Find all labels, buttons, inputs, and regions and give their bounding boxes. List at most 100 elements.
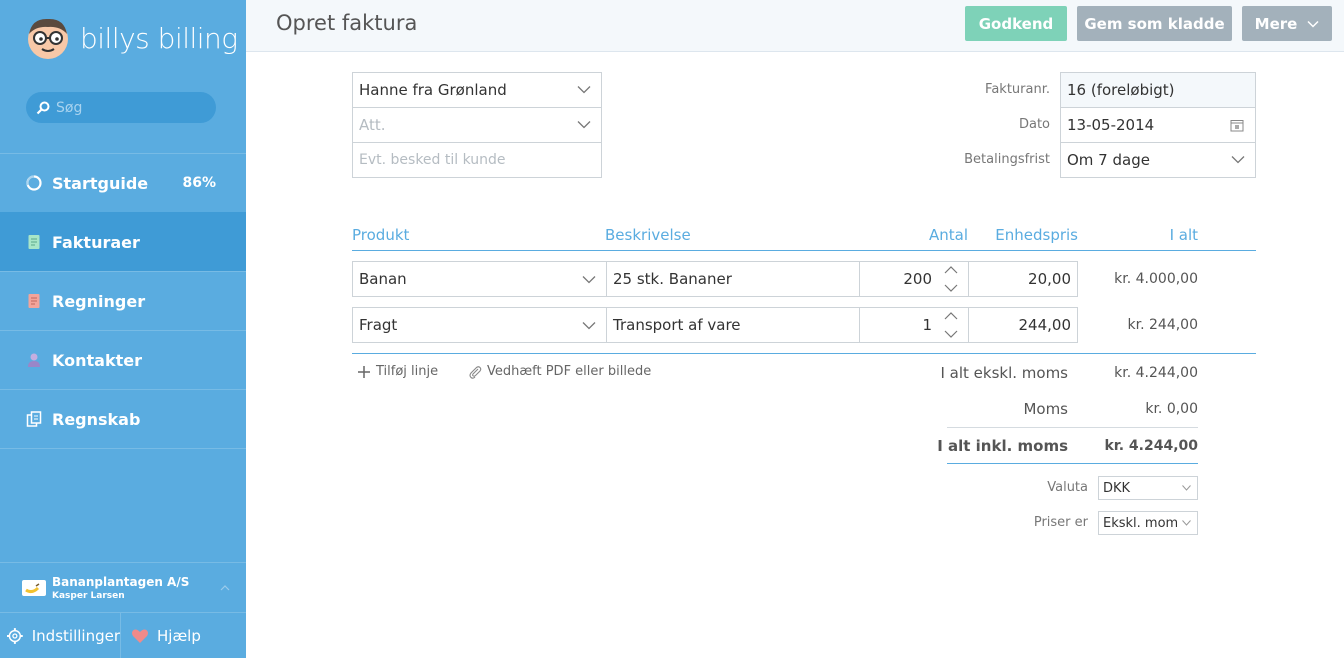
- currency-label: Valuta: [1047, 480, 1088, 495]
- nav-item-regninger[interactable]: Regninger: [0, 271, 246, 330]
- company-switcher[interactable]: Bananplantagen A/S Kasper Larsen: [0, 562, 246, 612]
- brand-logo[interactable]: billys billing: [26, 16, 238, 60]
- nav-label: Kontakter: [52, 350, 142, 370]
- column-header-description: Beskrivelse: [605, 226, 691, 244]
- lines-divider: [352, 353, 1256, 354]
- att-placeholder: Att.: [359, 116, 386, 134]
- product-value: Banan: [359, 270, 407, 288]
- column-header-product: Produkt: [352, 226, 410, 244]
- company-user: Kasper Larsen: [52, 590, 125, 601]
- invoice-no-label: Fakturanr.: [985, 82, 1050, 97]
- due-label: Betalingsfrist: [964, 152, 1050, 167]
- date-label: Dato: [1018, 117, 1050, 132]
- chevron-down-icon: [1231, 156, 1245, 164]
- invoice-icon: [28, 235, 40, 249]
- save-draft-button[interactable]: Gem som kladde: [1077, 6, 1232, 41]
- invoice-no-value: 16 (foreløbigt): [1067, 81, 1175, 99]
- date-value: 13-05-2014: [1067, 116, 1155, 134]
- chevron-down-icon: [577, 86, 591, 94]
- product-value: Fragt: [359, 316, 398, 334]
- customer-message-field[interactable]: Evt. besked til kunde: [352, 142, 602, 178]
- gear-icon: [6, 628, 23, 644]
- nav-label: Regnskab: [52, 409, 141, 429]
- stepper-arrows-icon[interactable]: [944, 264, 958, 294]
- nav-item-fakturaer[interactable]: Fakturaer: [0, 212, 246, 271]
- chevron-down-icon: [577, 121, 591, 129]
- date-field[interactable]: 13-05-2014: [1060, 107, 1256, 143]
- description-value: 25 stk. Bananer: [613, 270, 732, 288]
- ledger-icon: [26, 411, 42, 427]
- currency-select[interactable]: DKK: [1098, 476, 1198, 500]
- prices-value: Ekskl. moms: [1103, 515, 1177, 531]
- banana-logo-icon: [25, 582, 40, 593]
- line-total: kr. 244,00: [1127, 317, 1198, 333]
- invoice-no-field: 16 (foreløbigt): [1060, 72, 1256, 108]
- nav-item-regnskab[interactable]: Regnskab: [0, 389, 246, 448]
- due-select[interactable]: Om 7 dage: [1060, 142, 1256, 178]
- product-select[interactable]: Banan: [352, 261, 607, 297]
- settings-button[interactable]: Indstillinger: [0, 613, 121, 658]
- total-underline: [947, 463, 1198, 464]
- prices-label: Priser er: [1033, 515, 1088, 530]
- due-value: Om 7 dage: [1067, 151, 1150, 169]
- plus-icon: [358, 365, 370, 378]
- customer-select[interactable]: Hanne fra Grønland: [352, 72, 602, 108]
- prices-select[interactable]: Ekskl. moms: [1098, 511, 1198, 535]
- more-button[interactable]: Mere: [1242, 6, 1332, 41]
- chevron-down-icon: [582, 276, 596, 284]
- total-label: I alt inkl. moms: [937, 437, 1068, 455]
- chevron-down-icon: [1182, 485, 1191, 491]
- progress-percent: 86%: [182, 175, 216, 191]
- nav-divider: [0, 448, 246, 449]
- chevron-down-icon: [1307, 20, 1319, 28]
- currency-value: DKK: [1103, 480, 1131, 496]
- description-field[interactable]: 25 stk. Bananer: [606, 261, 860, 297]
- column-header-total: I alt: [1169, 226, 1198, 244]
- chevron-up-icon: [220, 585, 230, 591]
- calendar-icon[interactable]: [1230, 119, 1244, 132]
- add-line-label: Tilføj linje: [376, 364, 439, 379]
- qty-value: 200: [903, 270, 932, 288]
- help-label: Hjælp: [157, 627, 201, 645]
- nav-item-kontakter[interactable]: Kontakter: [0, 330, 246, 389]
- contact-icon: [28, 353, 40, 367]
- bill-icon: [28, 294, 40, 308]
- brand-name: billys billing: [80, 21, 238, 55]
- stepper-arrows-icon[interactable]: [944, 310, 958, 340]
- subtotal-label: I alt ekskl. moms: [940, 364, 1068, 382]
- company-logo: [22, 579, 46, 596]
- search-input[interactable]: [56, 99, 206, 116]
- description-field[interactable]: Transport af vare: [606, 307, 860, 343]
- company-name: Bananplantagen A/S: [52, 574, 190, 589]
- chevron-down-icon: [582, 322, 596, 330]
- add-line-button[interactable]: Tilføj linje: [357, 364, 438, 379]
- help-button[interactable]: Hjælp: [121, 613, 201, 658]
- line-total: kr. 4.000,00: [1114, 271, 1198, 287]
- vat-label: Moms: [1023, 400, 1068, 418]
- main-nav: Startguide 86% Fakturaer Regninger Konta…: [0, 153, 246, 448]
- nav-item-startguide[interactable]: Startguide 86%: [0, 153, 246, 212]
- paperclip-icon: [469, 365, 482, 379]
- top-bar: Opret faktura Godkend Gem som kladde Mer…: [246, 0, 1344, 52]
- vat-value: kr. 0,00: [1145, 401, 1198, 417]
- more-label: Mere: [1254, 14, 1298, 33]
- nav-label: Regninger: [52, 291, 146, 311]
- column-header-qty: Antal: [928, 226, 968, 244]
- qty-value: 1: [922, 316, 932, 334]
- sidebar-footer: Indstillinger Hjælp: [0, 612, 246, 658]
- qty-stepper[interactable]: 1: [859, 307, 969, 343]
- totals-divider: [947, 427, 1198, 428]
- approve-button[interactable]: Godkend: [965, 6, 1067, 41]
- search-box[interactable]: [26, 92, 216, 123]
- att-select[interactable]: Att.: [352, 107, 602, 143]
- attach-label: Vedhæft PDF eller billede: [487, 364, 652, 379]
- nav-label: Startguide: [52, 173, 149, 193]
- chevron-down-icon: [1182, 520, 1191, 526]
- total-value: kr. 4.244,00: [1104, 438, 1199, 454]
- column-header-unit-price: Enhedspris: [995, 226, 1078, 244]
- qty-stepper[interactable]: 200: [859, 261, 969, 297]
- attach-file-button[interactable]: Vedhæft PDF eller billede: [468, 364, 651, 379]
- customer-name: Hanne fra Grønland: [359, 81, 507, 99]
- header-divider: [352, 250, 1256, 251]
- product-select[interactable]: Fragt: [352, 307, 607, 343]
